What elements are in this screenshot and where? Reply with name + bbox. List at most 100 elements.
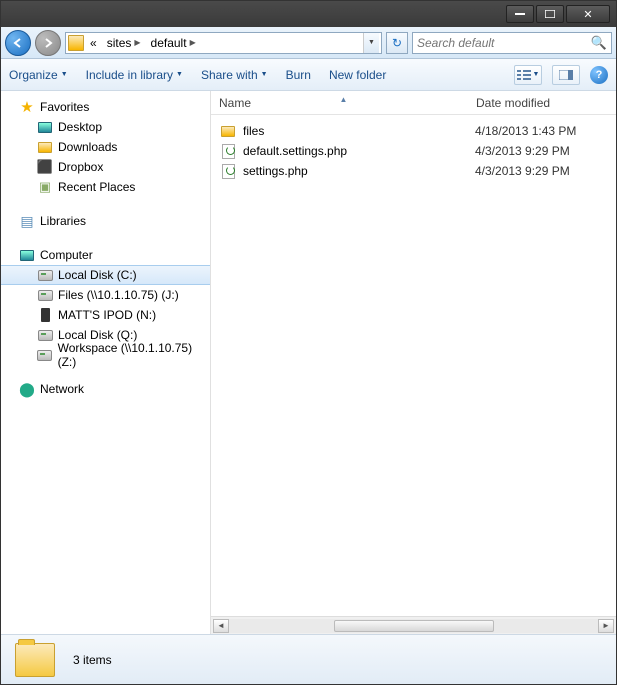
folder-icon [15, 643, 55, 677]
address-dropdown[interactable]: ▼ [363, 33, 379, 53]
file-view: Name▲ Date modified files 4/18/2013 1:43… [211, 91, 616, 634]
label: New folder [329, 68, 386, 82]
label: Date modified [476, 96, 550, 110]
explorer-window: ✕ « sites▶ default▶ ▼ ↻ 🔍 Organize▼ Incl… [0, 0, 617, 685]
search-box[interactable]: 🔍 [412, 32, 612, 54]
network-drive-icon [37, 347, 53, 363]
scroll-right-button[interactable]: ► [598, 619, 614, 633]
label: Organize [9, 68, 58, 82]
label: Share with [201, 68, 258, 82]
titlebar: ✕ [1, 1, 616, 27]
sidebar-desktop[interactable]: Desktop [1, 117, 210, 137]
include-library-button[interactable]: Include in library▼ [86, 68, 183, 82]
sidebar-local-c[interactable]: Local Disk (C:) [1, 265, 210, 285]
php-file-icon [219, 143, 237, 159]
label: Computer [40, 248, 93, 262]
drive-icon [37, 327, 53, 343]
favorites-group[interactable]: ★ Favorites [1, 97, 210, 117]
scroll-left-button[interactable]: ◄ [213, 619, 229, 633]
label: Libraries [40, 214, 86, 228]
list-item[interactable]: settings.php 4/3/2013 9:29 PM [211, 161, 616, 181]
scroll-track[interactable] [229, 619, 598, 633]
libraries-group[interactable]: ▤ Libraries [1, 211, 210, 231]
view-options-button[interactable]: ▼ [514, 65, 542, 85]
item-count: 3 items [73, 653, 112, 667]
refresh-button[interactable]: ↻ [386, 32, 408, 54]
label: MATT'S IPOD (N:) [58, 308, 156, 322]
list-item[interactable]: default.settings.php 4/3/2013 9:29 PM [211, 141, 616, 161]
preview-pane-button[interactable] [552, 65, 580, 85]
list-item[interactable]: files 4/18/2013 1:43 PM [211, 121, 616, 141]
network-drive-icon [37, 287, 53, 303]
command-bar: Organize▼ Include in library▼ Share with… [1, 59, 616, 91]
file-date: 4/3/2013 9:29 PM [475, 164, 616, 178]
nav-pane: ★ Favorites Desktop Downloads ⬛ Dropbox ▣ R… [1, 91, 211, 634]
maximize-button[interactable] [536, 5, 564, 23]
back-button[interactable] [5, 30, 31, 56]
crumb-label: default [151, 36, 187, 50]
ipod-icon [37, 307, 53, 323]
column-date[interactable]: Date modified [468, 96, 616, 110]
organize-button[interactable]: Organize▼ [9, 68, 68, 82]
breadcrumb-sites[interactable]: sites▶ [103, 33, 145, 53]
label: Network [40, 382, 84, 396]
network-group[interactable]: ⬤ Network [1, 379, 210, 399]
forward-button[interactable] [35, 30, 61, 56]
label: Include in library [86, 68, 173, 82]
chevron-down-icon: ▼ [176, 71, 183, 78]
sidebar-downloads[interactable]: Downloads [1, 137, 210, 157]
share-with-button[interactable]: Share with▼ [201, 68, 268, 82]
star-icon: ★ [19, 99, 35, 115]
address-bar[interactable]: « sites▶ default▶ ▼ [65, 32, 382, 54]
file-name: settings.php [243, 164, 475, 178]
crumb-label: sites [107, 36, 132, 50]
breadcrumb-overflow: « [90, 36, 97, 50]
network-icon: ⬤ [19, 381, 35, 397]
folder-icon [68, 35, 84, 51]
new-folder-button[interactable]: New folder [329, 68, 386, 82]
sidebar-files-j[interactable]: Files (\\10.1.10.75) (J:) [1, 285, 210, 305]
burn-button[interactable]: Burn [286, 68, 311, 82]
file-name: files [243, 124, 475, 138]
nav-bar: « sites▶ default▶ ▼ ↻ 🔍 [1, 27, 616, 59]
breadcrumb-root[interactable]: « [86, 33, 101, 53]
drive-icon [37, 267, 53, 283]
label: Desktop [58, 120, 102, 134]
label: Favorites [40, 100, 89, 114]
column-name[interactable]: Name▲ [211, 96, 468, 110]
scroll-thumb[interactable] [334, 620, 494, 632]
label: Recent Places [58, 180, 135, 194]
close-button[interactable]: ✕ [566, 5, 610, 23]
file-date: 4/3/2013 9:29 PM [475, 144, 616, 158]
label: Burn [286, 68, 311, 82]
column-headers: Name▲ Date modified [211, 91, 616, 115]
search-icon: 🔍 [591, 35, 607, 51]
help-button[interactable]: ? [590, 66, 608, 84]
label: Dropbox [58, 160, 103, 174]
sidebar-ipod[interactable]: MATT'S IPOD (N:) [1, 305, 210, 325]
folder-icon [219, 123, 237, 139]
recent-icon: ▣ [37, 179, 53, 195]
body: ★ Favorites Desktop Downloads ⬛ Dropbox ▣ R… [1, 91, 616, 634]
dropbox-icon: ⬛ [37, 159, 53, 175]
label: Files (\\10.1.10.75) (J:) [58, 288, 179, 302]
computer-icon [19, 247, 35, 263]
sidebar-workspace-z[interactable]: Workspace (\\10.1.10.75) (Z:) [1, 345, 210, 365]
computer-group[interactable]: Computer [1, 245, 210, 265]
desktop-icon [37, 119, 53, 135]
chevron-down-icon: ▼ [261, 71, 268, 78]
label: Local Disk (Q:) [58, 328, 137, 342]
chevron-down-icon: ▼ [533, 71, 540, 78]
label: Downloads [58, 140, 117, 154]
label: Workspace (\\10.1.10.75) (Z:) [58, 341, 210, 369]
sidebar-recent[interactable]: ▣ Recent Places [1, 177, 210, 197]
toolbar-right: ▼ ? [514, 65, 608, 85]
libraries-icon: ▤ [19, 213, 35, 229]
sidebar-dropbox[interactable]: ⬛ Dropbox [1, 157, 210, 177]
breadcrumb-default[interactable]: default▶ [147, 33, 200, 53]
label: Local Disk (C:) [58, 268, 137, 282]
search-input[interactable] [417, 36, 591, 50]
status-bar: 3 items [1, 634, 616, 684]
minimize-button[interactable] [506, 5, 534, 23]
horizontal-scrollbar[interactable]: ◄ ► [211, 616, 616, 634]
